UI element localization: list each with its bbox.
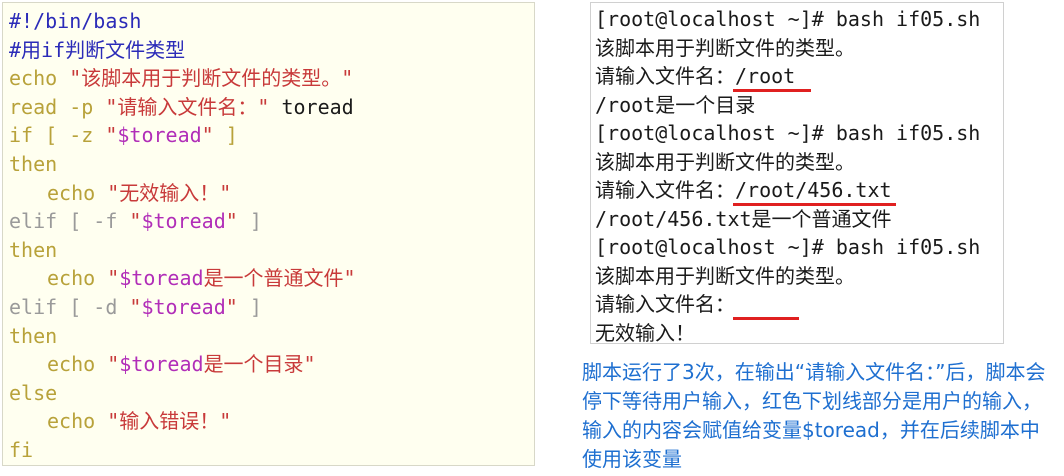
terminal-text: 请输入文件名： [595, 292, 735, 316]
code-line: if [ -z "$toread" ] [9, 121, 238, 149]
code-token: 是一个目录" [203, 352, 316, 377]
code-token: " [105, 123, 118, 148]
code-token: toread [269, 94, 354, 119]
terminal-text: /root是一个目录 [595, 92, 756, 117]
code-line: #!/bin/bash [9, 7, 141, 35]
terminal-line: 该脚本用于判断文件的类型。 [595, 262, 855, 290]
terminal-text: 请输入文件名： [595, 64, 735, 88]
code-line: echo "$toread是一个普通文件" [9, 264, 356, 292]
code-line: echo "该脚本用于判断文件的类型。" [9, 64, 353, 92]
code-token: then [9, 237, 58, 262]
code-line: elif [ -f "$toread" ] [9, 207, 262, 235]
code-line: #用if判断文件类型 [9, 36, 185, 64]
code-token: " [107, 266, 120, 291]
code-token: "无效输入！" [107, 180, 232, 205]
code-line: echo "$toread是一个目录" [9, 350, 316, 378]
code-token: ] [237, 209, 262, 234]
terminal-line: 请输入文件名：/root [595, 62, 811, 92]
code-token: then [9, 323, 58, 348]
terminal-text: 该脚本用于判断文件的类型。 [595, 35, 855, 60]
code-line: then [9, 322, 57, 350]
terminal-line: 无效输入！ [595, 319, 695, 347]
code-token: $toread [141, 209, 226, 234]
code-token: "请输入文件名：" [105, 94, 270, 119]
terminal-text: [root@localhost ~]# bash if05.sh [595, 121, 981, 145]
code-token: echo [47, 180, 108, 205]
code-token: #!/bin/bash [9, 9, 142, 33]
terminal-text: [root@localhost ~]# bash if05.sh [595, 7, 981, 31]
terminal-line: /root/456.txt是一个普通文件 [595, 205, 892, 233]
code-token: $toread [117, 123, 202, 148]
code-token: ] [237, 295, 262, 319]
code-token: " [225, 209, 238, 234]
code-line: echo "无效输入！" [9, 179, 231, 207]
terminal-text: 无效输入！ [595, 320, 695, 345]
terminal-line: /root是一个目录 [595, 91, 755, 119]
code-token: " [225, 295, 238, 319]
code-editor-panel: #!/bin/bash #用if判断文件类型 echo "该脚本用于判断文件的类型。… [2, 2, 535, 466]
code-line: read -p "请输入文件名：" toread [9, 93, 354, 121]
terminal-line: 请输入文件名：/root/456.txt [595, 176, 896, 206]
code-line: fi [9, 436, 33, 464]
terminal-text: 该脚本用于判断文件的类型。 [595, 263, 855, 288]
code-token: $toread [141, 295, 226, 319]
terminal-line: 该脚本用于判断文件的类型。 [595, 148, 855, 176]
code-token: elif [ -f [9, 209, 130, 234]
code-line: echo "输入错误！" [9, 407, 231, 435]
code-token: " [201, 123, 214, 148]
code-token: then [9, 152, 58, 176]
code-token: echo [47, 409, 108, 434]
code-token: echo [9, 66, 70, 91]
user-input-text: /root [735, 64, 808, 88]
code-token: echo [47, 352, 108, 377]
terminal-line: 该脚本用于判断文件的类型。 [595, 34, 855, 62]
code-line: then [9, 150, 57, 178]
annotation-text: 脚本运行了3次，在输出“请输入文件名：”后，脚本会停下等待用户输入，红色下划线部… [582, 360, 1046, 471]
terminal-output-panel: [root@localhost ~]# bash if05.sh 该脚本用于判断文… [590, 2, 1004, 347]
terminal-text: /root/456.txt是一个普通文件 [595, 206, 892, 231]
code-token: if [ -z [9, 123, 106, 148]
terminal-text: 该脚本用于判断文件的类型。 [595, 149, 855, 174]
terminal-line: [root@localhost ~]# bash if05.sh [595, 119, 980, 147]
terminal-text: 请输入文件名： [595, 178, 735, 202]
code-token: ] [213, 123, 238, 148]
code-token: " [107, 352, 120, 377]
red-underline [733, 317, 799, 320]
code-token: #用if判断文件类型 [9, 37, 186, 62]
code-token: read -p [9, 94, 106, 119]
code-token: echo [47, 266, 108, 291]
user-input-text: /root/456.txt [735, 178, 892, 202]
terminal-line: [root@localhost ~]# bash if05.sh [595, 233, 980, 261]
code-token: "该脚本用于判断文件的类型。" [69, 66, 354, 91]
code-token: 是一个普通文件" [203, 266, 356, 291]
terminal-line: 请输入文件名： [595, 290, 799, 320]
code-token: "输入错误！" [107, 409, 232, 434]
code-line: then [9, 236, 57, 264]
code-token: else [9, 380, 58, 405]
code-token: " [129, 295, 142, 319]
code-line: else [9, 379, 57, 407]
terminal-text: [root@localhost ~]# bash if05.sh [595, 235, 981, 259]
terminal-line: [root@localhost ~]# bash if05.sh [595, 5, 980, 33]
code-token: elif [ -d [9, 295, 130, 319]
code-token: " [129, 209, 142, 234]
code-line: elif [ -d "$toread" ] [9, 293, 262, 321]
code-token: $toread [119, 352, 204, 377]
user-input-text [735, 290, 795, 318]
code-token: $toread [119, 266, 204, 291]
code-token: fi [9, 438, 34, 462]
